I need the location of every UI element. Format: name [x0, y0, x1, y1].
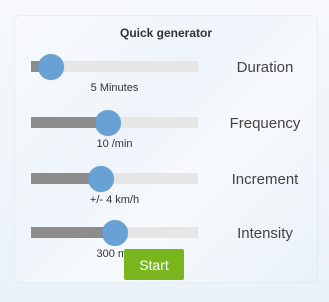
duration-label: Duration	[236, 59, 294, 76]
increment-row: +/- 4 km/h Increment	[14, 159, 318, 213]
increment-slider-handle[interactable]	[88, 166, 115, 192]
quick-generator-panel: Quick generator 5 Minutes Duration 10 /m…	[14, 15, 318, 283]
increment-value: +/- 4 km/h	[89, 194, 140, 206]
panel-title: Quick generator	[119, 26, 213, 40]
start-button[interactable]: Start	[124, 249, 184, 280]
intensity-slider-handle[interactable]	[101, 220, 128, 246]
frequency-label: Frequency	[229, 115, 301, 132]
duration-slider-handle[interactable]	[38, 54, 65, 80]
increment-label: Increment	[231, 171, 299, 188]
frequency-slider[interactable]	[31, 110, 198, 136]
frequency-value: 10 /min	[96, 138, 133, 150]
duration-row: 5 Minutes Duration	[14, 47, 318, 101]
background: Quick generator 5 Minutes Duration 10 /m…	[0, 0, 329, 302]
duration-value: 5 Minutes	[90, 82, 139, 94]
increment-slider[interactable]	[31, 166, 198, 192]
frequency-row: 10 /min Frequency	[14, 103, 318, 157]
intensity-label: Intensity	[237, 225, 293, 242]
intensity-slider[interactable]	[31, 220, 198, 246]
duration-slider[interactable]	[31, 54, 198, 80]
frequency-slider-handle[interactable]	[94, 110, 121, 136]
